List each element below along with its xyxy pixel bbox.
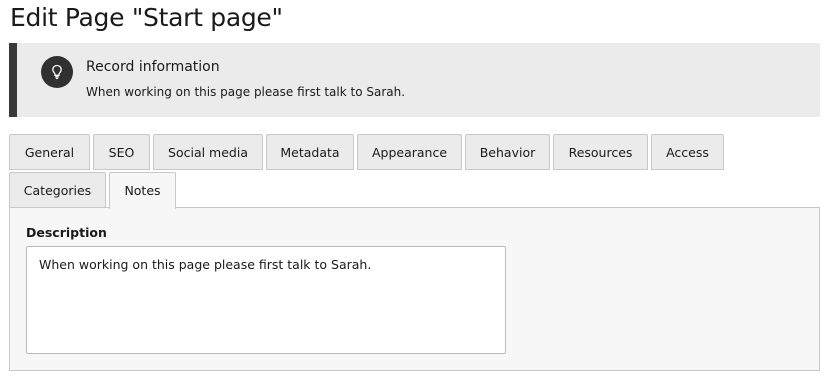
tab-social-media[interactable]: Social media [153,134,263,170]
tab-categories[interactable]: Categories [9,172,106,208]
callout-message: When working on this page please first t… [86,85,406,99]
tab-behavior[interactable]: Behavior [465,134,550,170]
record-information-callout: Record information When working on this … [9,43,820,117]
tab-seo[interactable]: SEO [93,134,150,170]
tab-access[interactable]: Access [651,134,724,170]
tab-appearance[interactable]: Appearance [357,134,462,170]
description-textarea[interactable]: When working on this page please first t… [26,246,506,354]
notes-tab-panel: Description When working on this page pl… [9,207,820,371]
tab-resources[interactable]: Resources [553,134,648,170]
callout-title: Record information [86,59,220,75]
tab-notes[interactable]: Notes [109,172,176,209]
tab-general[interactable]: General [9,134,90,170]
description-label: Description [26,225,107,240]
tab-metadata[interactable]: Metadata [266,134,354,170]
lightbulb-icon [41,56,73,88]
page-title: Edit Page "Start page" [10,3,283,32]
